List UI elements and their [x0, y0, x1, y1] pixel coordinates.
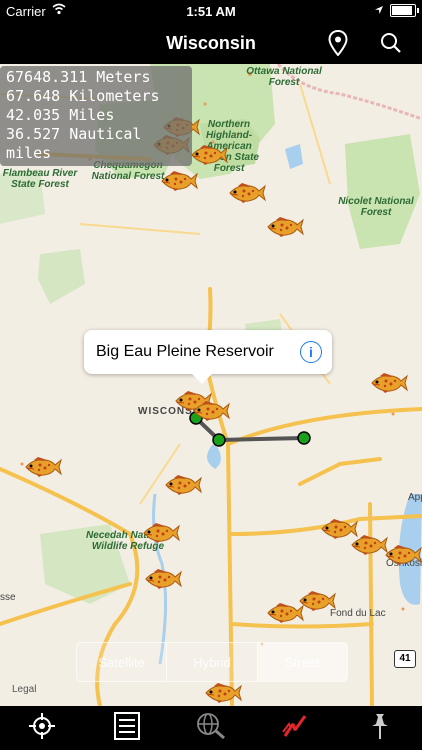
- fish-marker-icon[interactable]: [226, 182, 266, 204]
- crosshair-icon: [28, 712, 56, 745]
- fish-marker-icon[interactable]: [368, 372, 408, 394]
- fish-marker-icon[interactable]: [264, 216, 304, 238]
- location-callout[interactable]: Big Eau Pleine Reservoir i: [84, 330, 332, 384]
- status-right: [374, 3, 419, 18]
- measure-point: [212, 433, 226, 447]
- distance-readout: 67648.311 Meters 67.648 Kilometers 42.03…: [0, 66, 192, 166]
- fish-marker-icon[interactable]: [190, 400, 230, 422]
- tab-bar: [0, 706, 422, 750]
- callout-title: Big Eau Pleine Reservoir: [96, 343, 274, 360]
- map-type-hybrid[interactable]: Hybrid: [167, 643, 258, 681]
- fish-marker-icon[interactable]: [22, 456, 62, 478]
- map-view[interactable]: Ottawa National Forest Northern Highland…: [0, 64, 422, 706]
- fish-marker-icon[interactable]: [162, 474, 202, 496]
- info-icon[interactable]: i: [300, 341, 322, 363]
- measure-point: [297, 431, 311, 445]
- legal-link[interactable]: Legal: [12, 684, 36, 695]
- map-type-satellite[interactable]: Satellite: [77, 643, 168, 681]
- globe-search-icon: [196, 712, 226, 745]
- status-bar: Carrier 1:51 AM: [0, 0, 422, 22]
- distance-meters: 67648.311 Meters: [6, 68, 151, 86]
- tab-locate[interactable]: [0, 706, 84, 750]
- fish-marker-icon[interactable]: [382, 544, 422, 566]
- distance-nautical: 36.527 Nautical miles: [6, 125, 142, 162]
- callout-tail: [192, 374, 212, 384]
- list-icon: [113, 711, 140, 745]
- fish-marker-icon[interactable]: [264, 602, 304, 624]
- lightning-icon: [281, 712, 309, 745]
- map-pin-icon[interactable]: [328, 29, 348, 61]
- distance-miles: 42.035 Miles: [6, 106, 115, 124]
- pushpin-icon: [367, 712, 393, 745]
- distance-kilometers: 67.648 Kilometers: [6, 87, 160, 105]
- fish-marker-icon[interactable]: [188, 144, 228, 166]
- tab-list[interactable]: [84, 706, 168, 750]
- status-time: 1:51 AM: [186, 4, 236, 19]
- battery-icon: [390, 4, 419, 17]
- tab-measure[interactable]: [253, 706, 337, 750]
- fish-marker-icon[interactable]: [158, 170, 198, 192]
- location-arrow-icon: [374, 3, 384, 18]
- fish-marker-icon[interactable]: [140, 522, 180, 544]
- map-type-selector: Satellite Hybrid Street: [76, 642, 348, 682]
- fish-marker-icon[interactable]: [202, 682, 242, 704]
- tab-globe-search[interactable]: [169, 706, 253, 750]
- page-title: Wisconsin: [166, 33, 256, 53]
- map-type-street[interactable]: Street: [257, 643, 347, 681]
- navigation-bar: Wisconsin: [0, 22, 422, 64]
- tab-pushpin[interactable]: [338, 706, 422, 750]
- search-icon[interactable]: [380, 32, 402, 59]
- fish-marker-icon[interactable]: [142, 568, 182, 590]
